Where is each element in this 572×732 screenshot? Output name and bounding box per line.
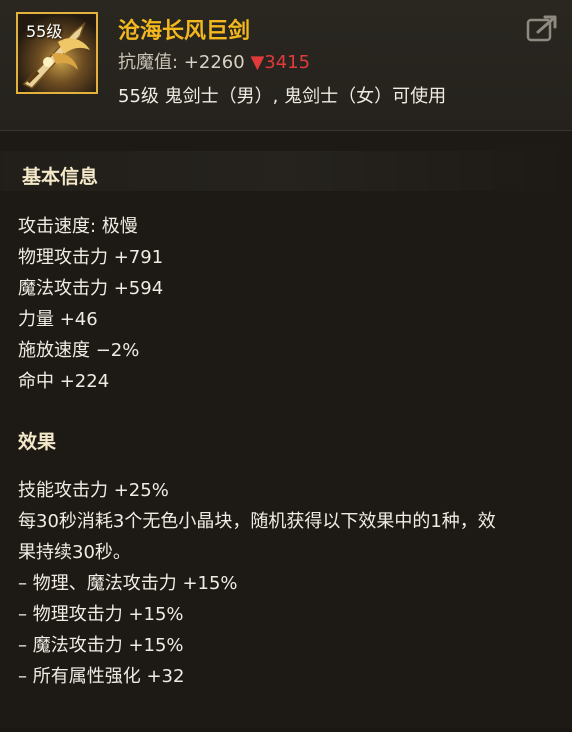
effect-line: – 物理、魔法攻击力 +15% — [18, 573, 238, 594]
item-icon[interactable]: 55级 — [16, 12, 98, 94]
stat-physical-attack: 物理攻击力 +791 — [18, 247, 164, 268]
level-badge: 55级 — [26, 22, 63, 41]
effect-line: 每30秒消耗3个无色小晶块，随机获得以下效果中的1种，效 — [18, 511, 496, 532]
effect-line: 果持续30秒。 — [18, 542, 131, 563]
effect-line: – 物理攻击力 +15% — [18, 604, 184, 625]
resist-plus-value: +2260 — [183, 52, 245, 73]
resist-label: 抗魔值: — [118, 52, 179, 73]
base-info-title: 基本信息 — [22, 166, 99, 188]
effect-line: – 所有属性强化 +32 — [18, 666, 185, 687]
effect-line: 技能攻击力 +25% — [18, 480, 169, 501]
resist-row: 抗魔值: +2260 ▼3415 — [118, 48, 310, 74]
class-requirement: 55级 鬼剑士（男）, 鬼剑士（女）可使用 — [118, 86, 447, 107]
resist-down-value: 3415 — [264, 52, 311, 73]
item-tooltip-header: 55级 沧海长风巨剑 抗魔值: +2260 ▼3415 55级 鬼剑士（男）, … — [0, 0, 572, 131]
stat-hit-rate: 命中 +224 — [18, 371, 110, 392]
resist-down-arrow-icon: ▼ — [250, 52, 265, 73]
stat-cast-speed: 施放速度 −2% — [18, 340, 140, 361]
stat-magic-attack: 魔法攻击力 +594 — [18, 278, 164, 299]
stat-attack-speed: 攻击速度: 极慢 — [18, 216, 138, 237]
effect-line: – 魔法攻击力 +15% — [18, 635, 184, 656]
item-name: 沧海长风巨剑 — [118, 19, 251, 44]
effect-title: 效果 — [18, 431, 57, 453]
stat-strength: 力量 +46 — [18, 309, 98, 330]
share-icon[interactable] — [526, 14, 558, 42]
